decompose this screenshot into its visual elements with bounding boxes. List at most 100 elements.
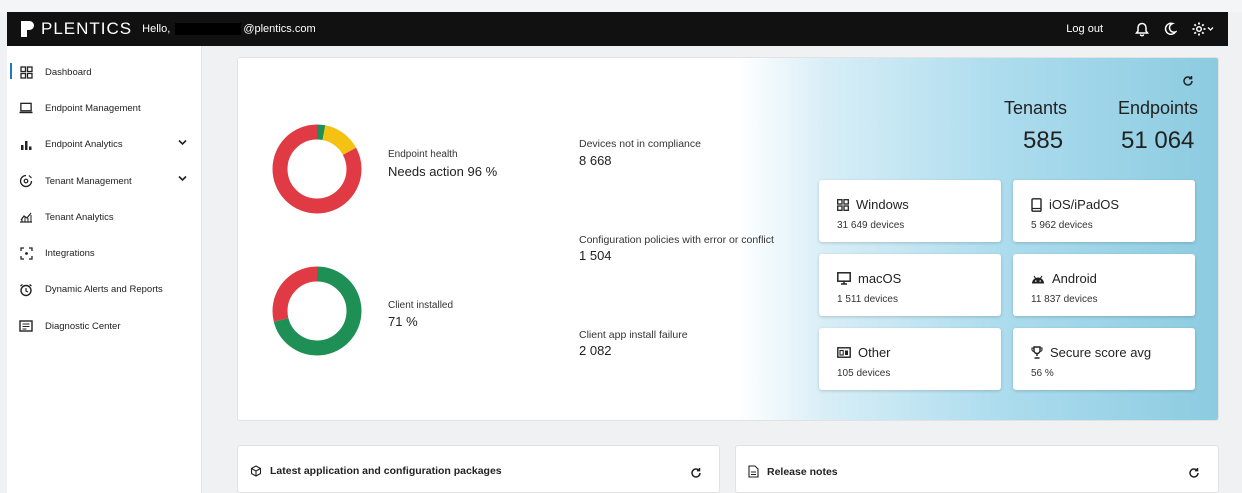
tile-subtitle: 56 % (1031, 368, 1054, 379)
tile-title-text: macOS (858, 271, 902, 286)
endpoint-health-donut[interactable] (272, 124, 362, 214)
tile-secure-score[interactable]: Secure score avg 56 % (1013, 328, 1195, 390)
tile-title: Windows (837, 197, 909, 212)
tile-subtitle: 31 649 devices (837, 220, 905, 231)
trophy-icon (1031, 346, 1043, 359)
tile-title-text: Android (1052, 271, 1097, 286)
tile-subtitle: 5 962 devices (1031, 220, 1093, 231)
tablet-icon (1031, 197, 1042, 212)
sidebar-item-tenant-analytics[interactable]: Tenant Analytics (7, 199, 201, 235)
chevron-down-icon[interactable] (178, 139, 187, 146)
tile-android[interactable]: Android 11 837 devices (1013, 254, 1195, 316)
brand-name: PLENTICS (41, 19, 133, 38)
chevron-down-icon (1207, 27, 1214, 31)
tile-title: Secure score avg (1031, 345, 1151, 360)
greeting: Hello, @plentics.com (142, 22, 316, 36)
sidebar-item-tenant-management[interactable]: Tenant Management (7, 163, 201, 199)
bar-chart-icon (19, 138, 33, 152)
refresh-icon[interactable] (1188, 466, 1200, 484)
greeting-text: Hello, (142, 22, 171, 35)
sidebar-item-diagnostic-center[interactable]: Diagnostic Center (7, 308, 201, 344)
dark-mode-moon-icon[interactable] (1163, 22, 1177, 36)
tile-macos[interactable]: macOS 1 511 devices (819, 254, 1001, 316)
sidebar-item-endpoint-management[interactable]: Endpoint Management (7, 90, 201, 126)
tile-title: Other (837, 345, 891, 360)
release-notes-title-text: Release notes (767, 465, 838, 478)
sidebar-item-label: Tenant Analytics (45, 211, 114, 223)
refresh-icon[interactable] (690, 466, 702, 484)
bell-icon[interactable] (1135, 22, 1149, 37)
sidebar-item-dashboard[interactable]: Dashboard (7, 54, 201, 90)
laptop-icon (19, 101, 33, 115)
tile-title-text: Secure score avg (1050, 345, 1152, 360)
android-icon (1031, 274, 1045, 284)
packages-card-title: Latest application and configuration pac… (250, 465, 502, 477)
package-box-icon (250, 465, 262, 477)
redacted-username (175, 23, 242, 36)
tile-title: macOS (837, 271, 901, 286)
release-notes-title: Release notes (748, 465, 838, 478)
sidebar: Dashboard Endpoint Management Endpoint A… (7, 46, 202, 493)
sidebar-item-label: Diagnostic Center (45, 320, 121, 332)
alarm-clock-icon (19, 283, 33, 297)
tile-subtitle: 1 511 devices (837, 294, 898, 305)
stat-label-noncompliant: Devices not in compliance (579, 138, 701, 150)
top-bar: PLENTICS Hello, @plentics.com Log out (7, 12, 1228, 46)
tile-subtitle: 11 837 devices (1031, 294, 1098, 305)
user-email-domain: @plentics.com (243, 22, 316, 35)
client-installed-value: 71 % (388, 314, 418, 329)
tile-windows[interactable]: Windows 31 649 devices (819, 180, 1001, 242)
release-notes-card: Release notes (735, 445, 1219, 493)
top-strip (0, 0, 1242, 12)
endpoint-health-value: Needs action 96 % (388, 164, 498, 179)
sidebar-item-label: Dynamic Alerts and Reports (45, 284, 163, 296)
tile-ios[interactable]: iOS/iPadOS 5 962 devices (1013, 180, 1195, 242)
sidebar-item-label: Dashboard (45, 66, 92, 78)
client-installed-label: Client installed (388, 300, 454, 311)
sidebar-item-label: Integrations (45, 248, 95, 260)
brand-logo[interactable]: PLENTICS (21, 19, 132, 39)
stat-label-config-errors: Configuration policies with error or con… (579, 234, 774, 246)
stat-value-install-failure[interactable]: 2 082 (579, 343, 612, 358)
windows-icon (837, 198, 849, 211)
dashboard-icon (19, 65, 33, 79)
tile-title-text: iOS/iPadOS (1049, 197, 1120, 212)
endpoints-label: Endpoints (1118, 98, 1199, 118)
sidebar-item-label: Endpoint Analytics (45, 139, 123, 151)
tile-title-text: Windows (856, 197, 909, 212)
sidebar-item-dynamic-alerts[interactable]: Dynamic Alerts and Reports (7, 272, 201, 308)
tenants-label: Tenants (1004, 98, 1068, 118)
overview-card: Endpoint health Needs action 96 % Client… (237, 57, 1219, 421)
sidebar-item-integrations[interactable]: Integrations (7, 235, 201, 271)
chevron-down-icon[interactable] (178, 175, 187, 182)
sidebar-item-endpoint-analytics[interactable]: Endpoint Analytics (7, 127, 201, 163)
tile-subtitle: 105 devices (837, 368, 891, 379)
integrations-icon (19, 247, 33, 261)
monitor-icon (837, 272, 851, 285)
client-installed-donut[interactable] (272, 266, 362, 356)
sidebar-item-label: Endpoint Management (45, 102, 141, 114)
refresh-icon[interactable] (1182, 74, 1194, 92)
stat-value-config-errors[interactable]: 1 504 (579, 248, 612, 263)
tile-other[interactable]: Other 105 devices (819, 328, 1001, 390)
tenant-analytics-icon (19, 210, 33, 224)
endpoints-value[interactable]: 51 064 (1121, 127, 1194, 155)
diagnostic-icon (19, 319, 33, 333)
tile-title-text: Other (858, 345, 891, 360)
header-actions: Log out (1066, 21, 1214, 37)
stat-value-noncompliant[interactable]: 8 668 (579, 153, 612, 168)
other-devices-icon (837, 346, 851, 359)
logo-mark-icon (21, 21, 35, 37)
sidebar-item-label: Tenant Management (45, 175, 132, 187)
tenant-gear-icon (19, 174, 33, 188)
logout-link[interactable]: Log out (1066, 23, 1103, 35)
packages-card: Latest application and configuration pac… (237, 445, 720, 493)
stat-label-install-failure: Client app install failure (579, 329, 688, 341)
settings-gear-icon[interactable] (1191, 21, 1214, 37)
document-icon (748, 465, 759, 478)
endpoint-health-label: Endpoint health (388, 149, 458, 160)
packages-card-title-text: Latest application and configuration pac… (270, 465, 502, 477)
tile-title: iOS/iPadOS (1031, 197, 1119, 212)
tile-title: Android (1031, 271, 1097, 286)
tenants-value[interactable]: 585 (1023, 127, 1063, 155)
